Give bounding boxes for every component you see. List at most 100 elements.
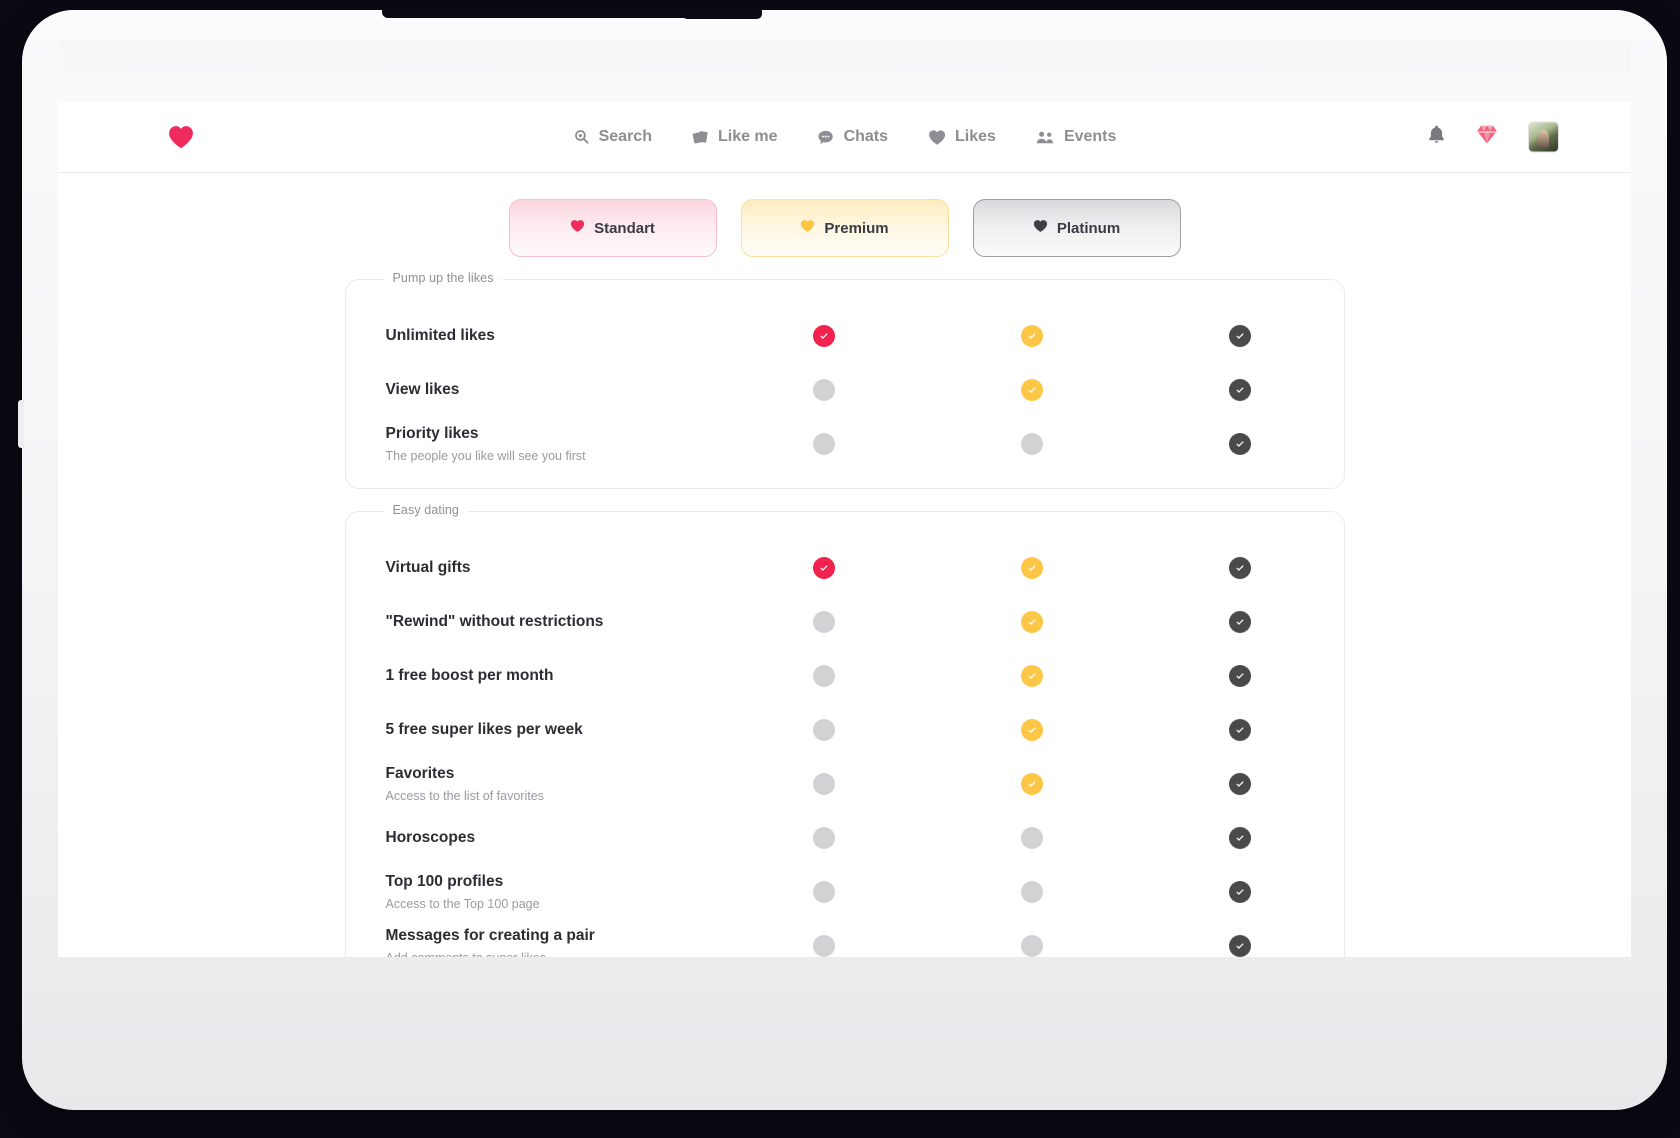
check-icon: [1228, 935, 1251, 957]
check-icon: [1228, 325, 1251, 347]
check-icon: [1228, 719, 1251, 741]
inactive-dot-icon: [813, 773, 836, 795]
cell-platinum: [1136, 881, 1344, 903]
table-row[interactable]: 5 free super likes per week: [346, 708, 1344, 752]
cell-platinum: [1136, 773, 1344, 795]
cell-platinum: [1136, 433, 1344, 455]
table-row[interactable]: Messages for creating a pair Add comment…: [346, 924, 1344, 957]
feature-label: Messages for creating a pair Add comment…: [386, 926, 721, 957]
feature-cells: [721, 719, 1344, 741]
avatar[interactable]: [1528, 121, 1559, 153]
cell-standart: [721, 379, 929, 401]
feature-cells: [721, 557, 1344, 579]
inactive-dot-icon: [813, 433, 836, 455]
section-legend: Pump up the likes: [383, 271, 503, 285]
feature-label: Virtual gifts: [386, 558, 721, 579]
cell-premium: [928, 379, 1136, 401]
feature-title: Horoscopes: [385, 828, 476, 846]
nav-item-like-me[interactable]: Like me: [692, 128, 778, 146]
cell-standart: [721, 557, 929, 579]
feature-cells: [721, 433, 1344, 455]
nav-item-events[interactable]: Events: [1036, 128, 1116, 146]
plan-tab-standart[interactable]: Standart: [508, 199, 717, 257]
feature-comparison: Pump up the likes Unlimited likes View l…: [344, 271, 1345, 957]
heart-icon: [800, 219, 815, 237]
cell-premium: [928, 773, 1136, 795]
table-row[interactable]: Top 100 profiles Access to the Top 100 p…: [346, 870, 1344, 914]
cell-premium: [928, 827, 1136, 849]
feature-cells: [721, 935, 1344, 957]
tablet-device-frame: Search Like me Chats Likes Events Standa…: [18, 10, 1667, 1110]
feature-label: 1 free boost per month: [386, 666, 721, 687]
feature-label: Favorites Access to the list of favorite…: [386, 764, 721, 804]
feature-section-pump-up-the-likes: Pump up the likes Unlimited likes View l…: [344, 271, 1345, 489]
bell-icon[interactable]: [1427, 125, 1446, 150]
diamond-icon[interactable]: [1476, 125, 1498, 150]
cell-platinum: [1136, 665, 1344, 687]
table-row[interactable]: Favorites Access to the list of favorite…: [346, 762, 1344, 806]
cell-platinum: [1136, 935, 1344, 957]
table-row[interactable]: Priority likes The people you like will …: [346, 422, 1344, 466]
inactive-dot-icon: [813, 611, 836, 633]
cell-platinum: [1136, 557, 1344, 579]
device-side-button: [18, 400, 24, 448]
plan-tab-label: Platinum: [1056, 219, 1121, 237]
check-icon: [1228, 557, 1251, 579]
cell-platinum: [1136, 827, 1344, 849]
feature-cells: [721, 827, 1344, 849]
table-row[interactable]: Horoscopes: [346, 816, 1344, 860]
feature-cells: [721, 611, 1344, 633]
cell-standart: [721, 611, 929, 633]
inactive-dot-icon: [813, 379, 836, 401]
feature-title: Priority likes: [385, 424, 479, 442]
feature-title: "Rewind" without restrictions: [385, 612, 604, 630]
feature-title: Messages for creating a pair: [385, 926, 595, 944]
nav-item-likes[interactable]: Likes: [928, 128, 996, 146]
table-row[interactable]: "Rewind" without restrictions: [346, 600, 1344, 644]
feature-label: Priority likes The people you like will …: [386, 424, 721, 464]
check-icon: [1228, 665, 1251, 687]
heart-logo-icon[interactable]: [168, 125, 194, 149]
plan-tab-premium[interactable]: Premium: [740, 199, 949, 257]
cell-standart: [721, 665, 929, 687]
feature-title: 5 free super likes per week: [385, 720, 583, 738]
feature-cells: [721, 773, 1344, 795]
check-icon: [1228, 433, 1251, 455]
plan-tabs: Standart Premium Platinum: [58, 199, 1631, 257]
cell-premium: [928, 325, 1136, 347]
pricing-page: Standart Premium Platinum Pump up the li…: [58, 173, 1631, 957]
cell-platinum: [1136, 325, 1344, 347]
feature-cells: [721, 665, 1344, 687]
feature-cells: [721, 325, 1344, 347]
inactive-dot-icon: [813, 935, 836, 957]
check-icon: [1021, 719, 1043, 741]
table-row[interactable]: View likes: [346, 368, 1344, 412]
check-icon: [1021, 611, 1043, 633]
cell-premium: [928, 433, 1136, 455]
feature-label: View likes: [386, 380, 721, 401]
feature-subtitle: Access to the Top 100 page: [385, 896, 540, 911]
feature-cells: [721, 379, 1344, 401]
plan-tab-platinum[interactable]: Platinum: [972, 199, 1181, 257]
feature-label: Top 100 profiles Access to the Top 100 p…: [386, 872, 721, 912]
check-icon: [1228, 827, 1251, 849]
feature-label: 5 free super likes per week: [386, 720, 721, 741]
chat-bubble-icon: [818, 129, 835, 146]
device-camera: [682, 10, 762, 19]
check-icon: [813, 325, 836, 347]
nav-item-chats[interactable]: Chats: [818, 128, 888, 146]
cell-standart: [721, 881, 929, 903]
table-row[interactable]: 1 free boost per month: [346, 654, 1344, 698]
cell-platinum: [1136, 719, 1344, 741]
table-row[interactable]: Unlimited likes: [346, 314, 1344, 358]
feature-subtitle: The people you like will see you first: [385, 448, 586, 463]
table-row[interactable]: Virtual gifts: [346, 546, 1344, 590]
nav-label: Search: [598, 128, 652, 145]
check-icon: [1228, 611, 1251, 633]
feature-title: Favorites: [385, 764, 455, 782]
nav-item-search[interactable]: Search: [573, 128, 652, 146]
feature-cells: [721, 881, 1344, 903]
cell-premium: [928, 719, 1136, 741]
heart-icon: [928, 129, 946, 146]
nav-label: Events: [1063, 128, 1117, 145]
